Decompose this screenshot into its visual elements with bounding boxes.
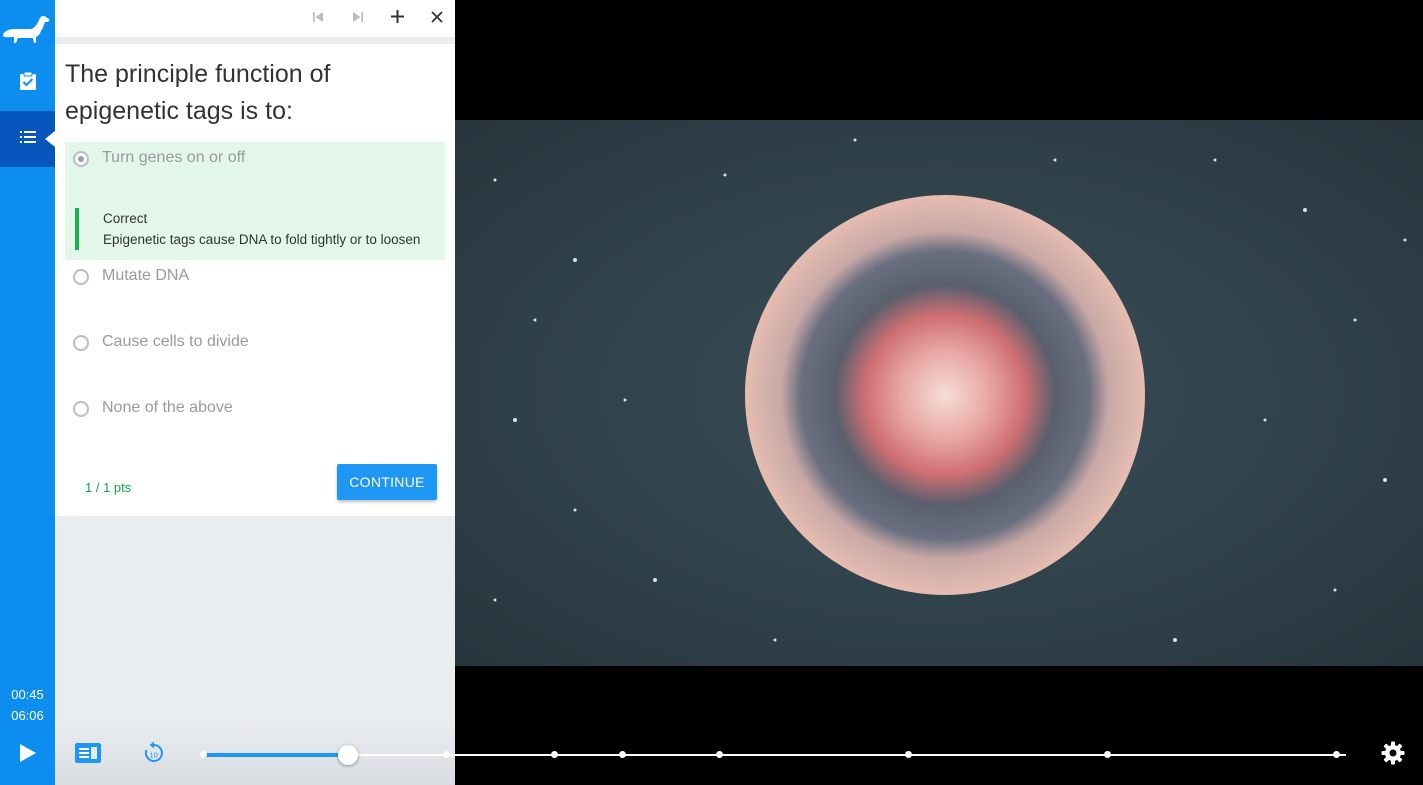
transcript-button[interactable] — [73, 740, 103, 770]
answer-option[interactable]: Mutate DNA — [65, 266, 445, 306]
add-icon — [390, 10, 404, 28]
feedback-text: Epigenetic tags cause DNA to fold tightl… — [103, 232, 421, 247]
settings-button[interactable] — [1378, 740, 1408, 770]
next-question-button[interactable] — [347, 8, 369, 30]
quiz-panel: The principle function of epigenetic tag… — [55, 0, 455, 725]
timeline-marker[interactable] — [1104, 751, 1112, 758]
answer-label: None of the above — [102, 399, 233, 416]
timeline-marker[interactable] — [716, 751, 724, 758]
left-rail: 00:45 06:06 — [0, 0, 55, 785]
radio-button[interactable] — [73, 401, 89, 417]
video-frame[interactable] — [455, 120, 1423, 666]
answer-feedback: Correct Epigenetic tags cause DNA to fol… — [75, 208, 463, 250]
continue-button[interactable]: CONTINUE — [337, 464, 437, 500]
answer-label: Cause cells to divide — [102, 333, 249, 350]
quiz-toolbar — [55, 0, 455, 37]
transcript-icon — [75, 742, 101, 768]
skip-previous-icon — [312, 10, 324, 28]
skip-next-icon — [352, 10, 364, 28]
answer-label: Mutate DNA — [102, 267, 190, 284]
rail-item-questions[interactable] — [0, 111, 55, 167]
timeline-track — [201, 754, 1346, 756]
clipboard-check-icon — [18, 71, 38, 96]
radio-button[interactable] — [73, 335, 89, 351]
timeline-progress — [201, 753, 348, 757]
close-button[interactable] — [426, 8, 448, 30]
settings-icon — [1381, 741, 1405, 770]
add-button[interactable] — [386, 8, 408, 30]
radio-button[interactable] — [73, 151, 89, 167]
dog-logo-icon — [0, 10, 55, 50]
rail-item-assignments[interactable] — [0, 55, 55, 111]
timeline-marker[interactable] — [1333, 751, 1341, 758]
answer-option[interactable]: Cause cells to divide — [65, 332, 445, 372]
timeline-marker[interactable] — [442, 751, 450, 758]
radio-button[interactable] — [73, 269, 89, 285]
play-icon — [19, 743, 37, 768]
timeline-marker[interactable] — [199, 751, 207, 758]
question-card: The principle function of epigenetic tag… — [55, 44, 455, 516]
feedback-status: Correct — [103, 211, 148, 226]
answer-label: Turn genes on or off — [102, 149, 246, 166]
list-icon — [19, 130, 36, 149]
timeline-marker[interactable] — [551, 751, 559, 758]
timeline-marker[interactable] — [905, 751, 913, 758]
replay-10-button[interactable]: 10 — [139, 740, 169, 770]
time-current: 00:45 — [11, 687, 44, 702]
replay-10-icon: 10 — [142, 741, 166, 770]
points-score: 1 / 1 pts — [85, 480, 132, 495]
active-indicator — [45, 131, 55, 147]
question-text: The principle function of epigenetic tag… — [65, 60, 331, 125]
time-total: 06:06 — [11, 708, 44, 723]
play-button[interactable] — [0, 725, 55, 785]
timeline-marker[interactable] — [618, 751, 626, 758]
video-timeline[interactable] — [199, 744, 1346, 766]
previous-question-button[interactable] — [307, 8, 329, 30]
cell-illustration — [493, 138, 1407, 642]
svg-text:10: 10 — [150, 750, 158, 759]
answer-option[interactable]: None of the above — [65, 398, 445, 438]
answer-option[interactable]: Turn genes on or off Correct Epigenetic … — [65, 142, 445, 260]
timeline-scrubber-handle[interactable] — [337, 745, 358, 765]
close-icon — [431, 10, 443, 28]
